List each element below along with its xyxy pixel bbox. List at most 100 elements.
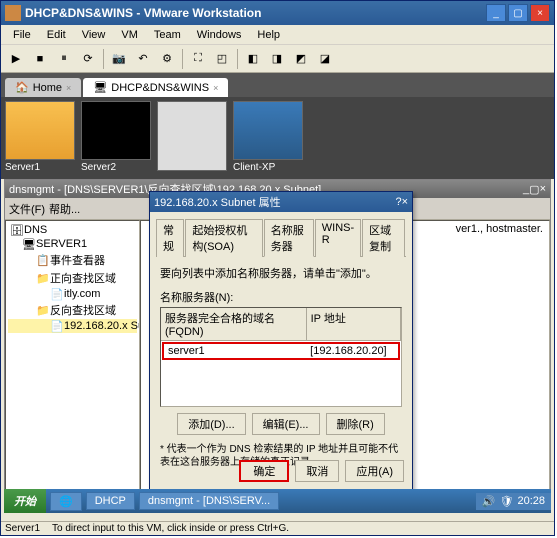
tb-icon[interactable]: ◧ bbox=[242, 48, 264, 70]
dns-icon: 🗄 bbox=[10, 224, 22, 236]
unity-icon[interactable]: ◰ bbox=[211, 48, 233, 70]
close-button[interactable]: × bbox=[530, 4, 550, 22]
menu-view[interactable]: View bbox=[74, 27, 114, 43]
status-hint: To direct input to this VM, click inside… bbox=[52, 523, 289, 534]
list-header: 服务器完全合格的域名(FQDN) IP 地址 bbox=[161, 308, 401, 341]
tree-rev-zone[interactable]: 📄192.168.20.x Subne bbox=[8, 319, 137, 333]
apply-button[interactable]: 应用(A) bbox=[345, 460, 404, 482]
thumb-label: Client-XP bbox=[233, 160, 303, 175]
menu-help[interactable]: Help bbox=[249, 27, 288, 43]
manage-icon[interactable]: ⚙ bbox=[156, 48, 178, 70]
folder-icon: 📁 bbox=[36, 272, 48, 284]
taskbar-item-dnsmgmt[interactable]: dnsmgmt - [DNS\SERV... bbox=[139, 492, 279, 510]
edit-button[interactable]: 编辑(E)... bbox=[252, 413, 320, 435]
menu-windows[interactable]: Windows bbox=[189, 27, 250, 43]
dialog-title: 192.168.20.x Subnet 属性 bbox=[154, 194, 395, 210]
remove-button[interactable]: 删除(R) bbox=[326, 413, 385, 435]
console-max-icon[interactable]: ▢ bbox=[529, 183, 539, 196]
taskbar-item[interactable]: 🌐 bbox=[50, 492, 82, 511]
cancel-button[interactable]: 取消 bbox=[295, 460, 339, 482]
vmware-tabbar: 🏠 Home × 🖥 DHCP&DNS&WINS × bbox=[1, 73, 554, 97]
thumb-unknown[interactable] bbox=[157, 101, 227, 175]
server-icon: 🖥 bbox=[22, 238, 34, 250]
fullscreen-icon[interactable]: ⛶ bbox=[187, 48, 209, 70]
tree-fwd-zone[interactable]: 📄itly.com bbox=[8, 287, 137, 301]
menu-team[interactable]: Team bbox=[146, 27, 189, 43]
dialog-close-icon[interactable]: × bbox=[402, 196, 408, 208]
taskbar-item-dhcp[interactable]: DHCP bbox=[86, 492, 135, 510]
tree-rev[interactable]: 📁反向查找区域 bbox=[8, 301, 137, 319]
vmware-statusbar: Server1 To direct input to this VM, clic… bbox=[1, 521, 554, 535]
thumb-label bbox=[157, 171, 227, 175]
tab-vm[interactable]: 🖥 DHCP&DNS&WINS × bbox=[83, 78, 228, 97]
clock: 20:28 bbox=[517, 495, 545, 507]
snapshot-icon[interactable]: 📷 bbox=[108, 48, 130, 70]
tb-icon[interactable]: ◩ bbox=[290, 48, 312, 70]
tree-dns-root[interactable]: 🗄DNS bbox=[8, 223, 137, 237]
tree-fwd[interactable]: 📁正向查找区域 bbox=[8, 269, 137, 287]
list-label: 名称服务器(N): bbox=[160, 289, 402, 305]
revert-icon[interactable]: ↶ bbox=[132, 48, 154, 70]
col-ip: IP 地址 bbox=[307, 308, 401, 340]
tab-home[interactable]: 🏠 Home × bbox=[5, 78, 81, 97]
power-on-icon[interactable]: ▶ bbox=[5, 48, 27, 70]
suspend-icon[interactable]: ⏸ bbox=[53, 48, 75, 70]
dialog-titlebar: 192.168.20.x Subnet 属性 ? × bbox=[150, 192, 412, 212]
thumb-server2[interactable]: Server2 bbox=[81, 101, 151, 175]
menu-file[interactable]: File bbox=[5, 27, 39, 43]
zone-icon: 📄 bbox=[50, 320, 62, 332]
vmware-titlebar: DHCP&DNS&WINS - VMware Workstation _ ▢ × bbox=[1, 1, 554, 25]
thumb-label: Server1 bbox=[5, 160, 75, 175]
tray-icon[interactable]: 🛡 bbox=[500, 495, 514, 508]
menu-help[interactable]: 帮助... bbox=[49, 201, 80, 217]
thumb-client[interactable]: Client-XP bbox=[233, 101, 303, 175]
menu-edit[interactable]: Edit bbox=[39, 27, 74, 43]
thumbnail-bar: Server1 Server2 Client-XP bbox=[1, 97, 554, 179]
start-button[interactable]: 开始 bbox=[4, 489, 46, 513]
tab-label: DHCP&DNS&WINS bbox=[111, 82, 209, 94]
dns-tree[interactable]: 🗄DNS 🖥SERVER1 📋事件查看器 📁正向查找区域 📄itly.com 📁… bbox=[5, 220, 140, 512]
tab-wins[interactable]: WINS-R bbox=[315, 219, 361, 257]
minimize-button[interactable]: _ bbox=[486, 4, 506, 22]
nameserver-list[interactable]: 服务器完全合格的域名(FQDN) IP 地址 server1 [192.168.… bbox=[160, 307, 402, 407]
power-off-icon[interactable]: ■ bbox=[29, 48, 51, 70]
guest-taskbar: 开始 🌐 DHCP dnsmgmt - [DNS\SERV... 🔊 🛡 20:… bbox=[4, 489, 551, 513]
cell-ip: [192.168.20.20] bbox=[306, 344, 398, 358]
thumb-label: Server2 bbox=[81, 160, 151, 175]
ok-button[interactable]: 确定 bbox=[239, 460, 289, 482]
tab-nameservers[interactable]: 名称服务器 bbox=[264, 219, 314, 257]
list-row[interactable]: server1 [192.168.20.20] bbox=[162, 342, 400, 360]
thumbnail-image bbox=[81, 101, 151, 160]
events-icon: 📋 bbox=[36, 254, 48, 266]
vmware-icon bbox=[5, 5, 21, 21]
menu-file[interactable]: 文件(F) bbox=[9, 201, 45, 217]
folder-icon: 📁 bbox=[36, 304, 48, 316]
vmware-menubar: File Edit View VM Team Windows Help bbox=[1, 25, 554, 45]
vmware-toolbar: ▶ ■ ⏸ ⟳ 📷 ↶ ⚙ ⛶ ◰ ◧ ◨ ◩ ◪ bbox=[1, 45, 554, 73]
home-icon: 🏠 bbox=[15, 81, 29, 94]
vm-icon: 🖥 bbox=[93, 81, 107, 94]
reset-icon[interactable]: ⟳ bbox=[77, 48, 99, 70]
add-button[interactable]: 添加(D)... bbox=[177, 413, 245, 435]
thumb-server1[interactable]: Server1 bbox=[5, 101, 75, 175]
tb-icon[interactable]: ◪ bbox=[314, 48, 336, 70]
properties-dialog: 192.168.20.x Subnet 属性 ? × 常规 起始授权机构(SOA… bbox=[149, 191, 413, 491]
tray-icon[interactable]: 🔊 bbox=[482, 495, 496, 508]
tree-events[interactable]: 📋事件查看器 bbox=[8, 251, 137, 269]
instruction-text: 要向列表中添加名称服务器，请单击"添加"。 bbox=[160, 265, 402, 281]
tab-zonetransfer[interactable]: 区域复制 bbox=[362, 219, 405, 257]
tree-server[interactable]: 🖥SERVER1 bbox=[8, 237, 137, 251]
thumbnail-image bbox=[233, 101, 303, 160]
window-title: DHCP&DNS&WINS - VMware Workstation bbox=[25, 6, 486, 20]
tab-label: Home bbox=[33, 82, 62, 94]
tb-icon[interactable]: ◨ bbox=[266, 48, 288, 70]
close-icon[interactable]: × bbox=[66, 83, 71, 93]
tab-general[interactable]: 常规 bbox=[156, 219, 184, 257]
console-close-icon[interactable]: × bbox=[540, 183, 546, 195]
maximize-button[interactable]: ▢ bbox=[508, 4, 528, 22]
dialog-tabs: 常规 起始授权机构(SOA) 名称服务器 WINS-R 区域复制 bbox=[156, 218, 406, 257]
close-icon[interactable]: × bbox=[213, 83, 218, 93]
menu-vm[interactable]: VM bbox=[113, 27, 146, 43]
system-tray[interactable]: 🔊 🛡 20:28 bbox=[476, 493, 551, 510]
tab-soa[interactable]: 起始授权机构(SOA) bbox=[185, 219, 262, 257]
